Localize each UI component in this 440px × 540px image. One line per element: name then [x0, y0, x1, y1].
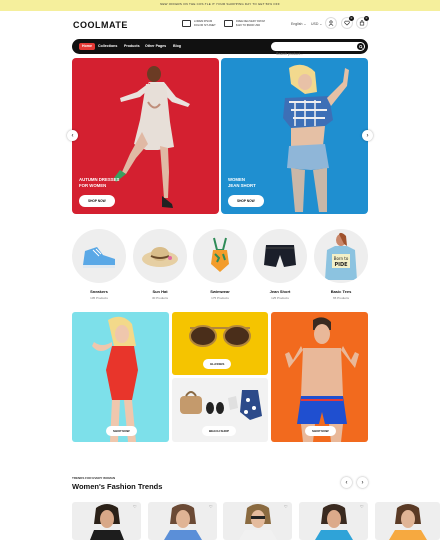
- truck-icon: [182, 20, 191, 27]
- category-count: 30 Products: [151, 296, 168, 300]
- beach-shop-button[interactable]: Beach Shop: [202, 426, 237, 436]
- category-name: Sneakers: [90, 289, 108, 294]
- category-count: 175 Products: [211, 296, 229, 300]
- category-count: 125 Products: [271, 296, 289, 300]
- category-name: Basic Tees: [330, 289, 352, 294]
- wishlist-heart-icon[interactable]: ♡: [360, 505, 364, 509]
- category-count: 65 Products: [332, 296, 349, 300]
- shop-now-button[interactable]: Shop Now: [79, 195, 115, 207]
- nav-item-collections[interactable]: Collections: [98, 43, 117, 50]
- chevron-left-icon: ‹: [345, 479, 348, 486]
- category-sun-hat[interactable]: Sun Hat 30 Products: [133, 229, 187, 300]
- promo-beach[interactable]: Beach Shop: [172, 378, 268, 442]
- announcement-text: New offers on the Cos.tle it your shoppi…: [160, 2, 280, 6]
- glasses-button[interactable]: Glasses: [203, 359, 232, 369]
- trends-next-button[interactable]: ›: [357, 477, 368, 488]
- category-image: [253, 229, 307, 283]
- nav-item-home[interactable]: Home: [79, 43, 95, 50]
- sunglasses-icon: [189, 325, 251, 347]
- site-logo[interactable]: COOLMATE: [73, 20, 128, 30]
- search-box: [271, 42, 365, 59]
- product-card[interactable]: [375, 502, 440, 540]
- category-name: Swimwear: [210, 289, 230, 294]
- svg-text:Born to: Born to: [334, 256, 349, 261]
- product-image: [389, 504, 427, 540]
- nav-item-products[interactable]: Products: [124, 43, 140, 50]
- product-image: [164, 504, 202, 540]
- product-image: [315, 504, 353, 540]
- announcement-bar: New offers on the Cos.tle it your shoppi…: [0, 0, 440, 11]
- category-swimwear[interactable]: Swimwear 175 Products: [193, 229, 247, 300]
- shop-now-button[interactable]: Shop Now: [228, 195, 264, 207]
- product-image: [90, 504, 124, 540]
- promo-swimwear[interactable]: Shop Now: [72, 312, 169, 442]
- model-jean-short-image: [283, 64, 349, 212]
- site-header: COOLMATE Lorem ipsum Dolor sit amet Free…: [0, 11, 440, 39]
- hero-caption-2: Women Jean Short: [228, 177, 256, 188]
- category-image: [133, 229, 187, 283]
- wishlist-heart-icon[interactable]: ♡: [284, 505, 288, 509]
- promo-glasses[interactable]: Glasses: [172, 312, 268, 375]
- hero-caption-1: Autumn Dresses For Women: [79, 177, 120, 188]
- product-card[interactable]: ♡: [223, 502, 292, 540]
- wishlist-heart-icon[interactable]: ♡: [133, 505, 137, 509]
- sneaker-icon: [83, 247, 115, 268]
- header-feature-2: Free delivery from $120 to $6000 usd: [224, 20, 272, 27]
- trends-prev-button[interactable]: ‹: [341, 477, 352, 488]
- sun-hat-icon: [142, 247, 178, 267]
- cart-button[interactable]: 0: [356, 16, 369, 29]
- hero-slide-dresses[interactable]: Autumn Dresses For Women Shop Now: [72, 58, 219, 214]
- tee-icon: Born to PIDE: [325, 232, 357, 280]
- nav-item-other-pages[interactable]: Other Pages: [145, 43, 166, 50]
- shop-now-button[interactable]: Shop Now: [106, 426, 137, 436]
- category-name: Jean Short: [269, 289, 291, 294]
- currency-select[interactable]: USD ⌄: [311, 22, 322, 26]
- jean-short-icon: [264, 245, 296, 267]
- shop-now-button[interactable]: Shop Now: [305, 426, 336, 436]
- wishlist-button[interactable]: 0: [341, 16, 354, 29]
- bag-icon: [359, 20, 365, 26]
- heart-icon: [344, 20, 350, 26]
- chevron-right-icon: ›: [361, 479, 364, 486]
- model-dress-image: [114, 66, 190, 208]
- product-image: [239, 504, 277, 540]
- chevron-left-icon: ‹: [71, 132, 74, 139]
- model-men-shorts-image: [285, 317, 359, 442]
- svg-text:PIDE: PIDE: [334, 262, 348, 268]
- user-icon: [328, 20, 334, 26]
- delivery-icon: [224, 20, 233, 27]
- product-card[interactable]: ♡: [299, 502, 368, 540]
- hero-slide-jean-short[interactable]: Women Jean Short Shop Now: [221, 58, 368, 214]
- section-subtitle: Trends for every woman: [72, 476, 116, 480]
- search-icon: [358, 44, 363, 49]
- category-image: [193, 229, 247, 283]
- nav-item-blog[interactable]: Blog: [173, 43, 181, 50]
- hero-next-button[interactable]: ›: [362, 130, 373, 141]
- header-feature-1: Lorem ipsum Dolor sit amet: [182, 20, 230, 27]
- section-title: Women's Fashion Trends: [72, 482, 163, 491]
- main-nav: Home Collections Products Other Pages Bl…: [72, 39, 368, 59]
- category-image: Born to PIDE: [314, 229, 368, 283]
- category-basic-tees[interactable]: Born to PIDE Basic Tees 65 Products: [314, 229, 368, 300]
- language-select[interactable]: English ⌄: [291, 22, 306, 26]
- product-card[interactable]: ♡: [72, 502, 141, 540]
- chevron-right-icon: ›: [366, 132, 369, 139]
- wishlist-heart-icon[interactable]: ♡: [209, 505, 213, 509]
- category-sneakers[interactable]: Sneakers 105 Products: [72, 229, 126, 300]
- hero-prev-button[interactable]: ‹: [67, 130, 78, 141]
- category-count: 105 Products: [90, 296, 108, 300]
- account-button[interactable]: [325, 17, 337, 29]
- category-jean-short[interactable]: Jean Short 125 Products: [253, 229, 307, 300]
- category-image: [72, 229, 126, 283]
- header-feature-text: Free delivery from $120 to $6000 usd: [236, 20, 265, 27]
- search-button[interactable]: [357, 43, 364, 50]
- promo-men-shorts[interactable]: Shop Now: [271, 312, 368, 442]
- category-name: Sun Hat: [152, 289, 168, 294]
- cart-count: 0: [364, 16, 369, 21]
- product-card[interactable]: ♡: [148, 502, 217, 540]
- beach-items-image: [180, 390, 262, 420]
- swimwear-icon: [211, 237, 229, 272]
- wishlist-count: 0: [349, 16, 354, 21]
- model-swimsuit-image: [92, 316, 138, 442]
